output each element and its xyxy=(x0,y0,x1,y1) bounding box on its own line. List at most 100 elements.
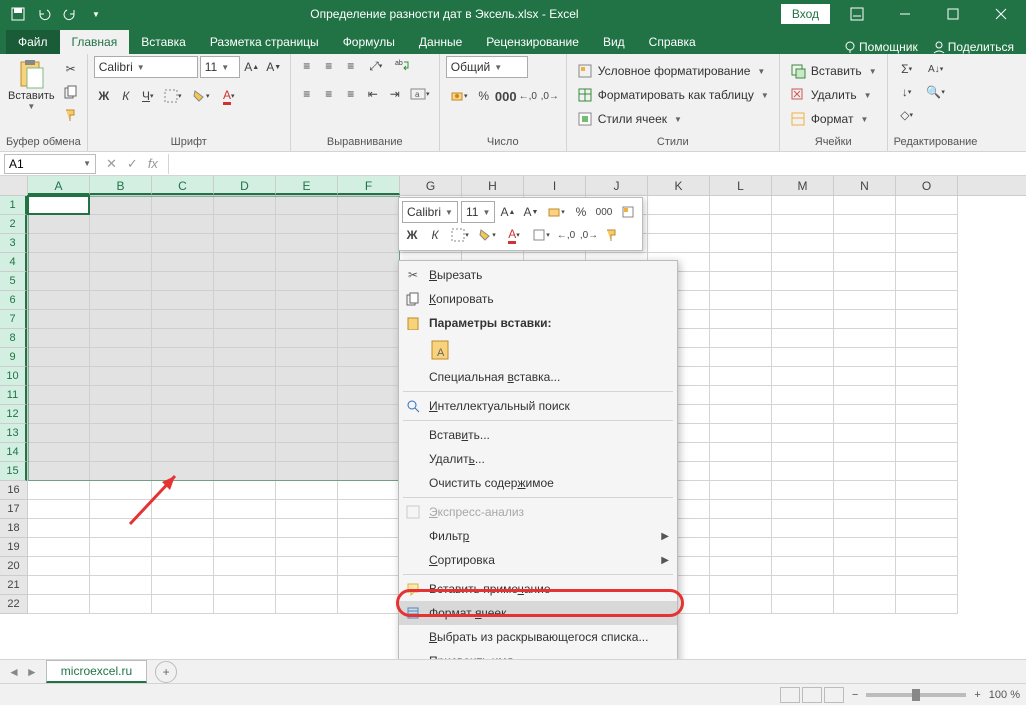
row-header[interactable]: 20 xyxy=(0,557,27,576)
align-right-button[interactable]: ≡ xyxy=(341,84,361,104)
autosum-button[interactable]: Σ▾ xyxy=(894,59,920,79)
row-header[interactable]: 19 xyxy=(0,538,27,557)
ribbon-display-button[interactable] xyxy=(836,0,878,28)
borders-button[interactable]: ▾ xyxy=(160,86,186,106)
row-header[interactable]: 6 xyxy=(0,291,27,310)
formula-input[interactable] xyxy=(168,154,1026,174)
col-header[interactable]: I xyxy=(524,176,586,195)
increase-indent-button[interactable]: ⇥ xyxy=(385,84,405,104)
mini-fill-color[interactable]: ▾ xyxy=(475,225,499,245)
col-header[interactable]: F xyxy=(338,176,400,195)
col-header[interactable]: G xyxy=(400,176,462,195)
menu-filter[interactable]: Фильтр▶ xyxy=(399,524,677,548)
mini-merge[interactable]: ▾ xyxy=(529,225,553,245)
percent-button[interactable]: % xyxy=(474,86,494,106)
row-header[interactable]: 22 xyxy=(0,595,27,614)
delete-cells-button[interactable]: Удалить▼ xyxy=(786,84,876,106)
sort-filter-button[interactable]: A↓▾ xyxy=(923,59,949,79)
tab-view[interactable]: Вид xyxy=(591,30,637,54)
col-header[interactable]: O xyxy=(896,176,958,195)
col-header[interactable]: L xyxy=(710,176,772,195)
col-header[interactable]: C xyxy=(152,176,214,195)
row-header[interactable]: 15 xyxy=(0,462,27,481)
undo-button[interactable] xyxy=(32,2,56,26)
menu-cut[interactable]: ✂Вырезать xyxy=(399,263,677,287)
bold-button[interactable]: Ж xyxy=(94,86,114,106)
font-color-button[interactable]: A▾ xyxy=(216,86,242,106)
sheet-tab[interactable]: microexcel.ru xyxy=(46,660,147,683)
find-select-button[interactable]: 🔍▾ xyxy=(923,82,949,102)
view-normal-button[interactable] xyxy=(780,687,800,703)
share-button[interactable]: Поделиться xyxy=(932,40,1014,54)
cut-button[interactable]: ✂ xyxy=(61,59,81,79)
fx-icon[interactable]: fx xyxy=(148,156,158,171)
tab-page-layout[interactable]: Разметка страницы xyxy=(198,30,331,54)
copy-button[interactable] xyxy=(61,82,81,102)
mini-percent[interactable]: % xyxy=(571,202,591,222)
fill-button[interactable]: ↓▾ xyxy=(894,82,920,102)
paste-button[interactable]: Вставить ▼ xyxy=(6,56,57,113)
underline-button[interactable]: Ч▾ xyxy=(138,86,158,106)
menu-sort[interactable]: Сортировка▶ xyxy=(399,548,677,572)
tab-data[interactable]: Данные xyxy=(407,30,474,54)
zoom-in-button[interactable]: + xyxy=(974,689,980,701)
mini-size-combo[interactable]: 11▼ xyxy=(461,201,495,223)
new-sheet-button[interactable]: + xyxy=(155,661,177,683)
select-all-corner[interactable] xyxy=(0,176,28,195)
insert-cells-button[interactable]: Вставить▼ xyxy=(786,60,881,82)
decrease-decimal-button[interactable]: ,0→ xyxy=(540,86,560,106)
fill-color-button[interactable]: ▾ xyxy=(188,86,214,106)
row-header[interactable]: 17 xyxy=(0,500,27,519)
tab-help[interactable]: Справка xyxy=(637,30,708,54)
merge-button[interactable]: a▾ xyxy=(407,84,433,104)
conditional-formatting-button[interactable]: Условное форматирование▼ xyxy=(573,60,770,82)
comma-button[interactable]: 000 xyxy=(496,86,516,106)
col-header[interactable]: D xyxy=(214,176,276,195)
row-header[interactable]: 8 xyxy=(0,329,27,348)
row-header[interactable]: 7 xyxy=(0,310,27,329)
tab-formulas[interactable]: Формулы xyxy=(331,30,407,54)
format-painter-button[interactable] xyxy=(61,105,81,125)
cancel-icon[interactable]: ✕ xyxy=(106,156,117,172)
tab-review[interactable]: Рецензирование xyxy=(474,30,591,54)
row-header[interactable]: 9 xyxy=(0,348,27,367)
minimize-button[interactable] xyxy=(884,0,926,28)
orientation-button[interactable]: ⤢▾ xyxy=(363,56,389,76)
decrease-indent-button[interactable]: ⇤ xyxy=(363,84,383,104)
save-button[interactable] xyxy=(6,2,30,26)
mini-format-painter[interactable] xyxy=(602,225,622,245)
login-button[interactable]: Вход xyxy=(781,4,830,24)
col-header[interactable]: M xyxy=(772,176,834,195)
increase-decimal-button[interactable]: ←,0 xyxy=(518,86,538,106)
maximize-button[interactable] xyxy=(932,0,974,28)
shrink-font-button[interactable]: A▼ xyxy=(264,57,284,77)
mini-font-combo[interactable]: Calibri▼ xyxy=(402,201,458,223)
menu-insert-comment[interactable]: Вставить примечание xyxy=(399,577,677,601)
format-as-table-button[interactable]: Форматировать как таблицу▼ xyxy=(573,84,773,106)
col-header[interactable]: B xyxy=(90,176,152,195)
cell-styles-button[interactable]: Стили ячеек▼ xyxy=(573,108,686,130)
redo-button[interactable] xyxy=(58,2,82,26)
menu-clear[interactable]: Очистить содержимое xyxy=(399,471,677,495)
row-header[interactable]: 21 xyxy=(0,576,27,595)
menu-pick-from-list[interactable]: Выбрать из раскрывающегося списка... xyxy=(399,625,677,649)
menu-smart-lookup[interactable]: Интеллектуальный поиск xyxy=(399,394,677,418)
mini-borders[interactable]: ▾ xyxy=(448,225,472,245)
col-header[interactable]: K xyxy=(648,176,710,195)
col-header[interactable]: J xyxy=(586,176,648,195)
tellme-box[interactable]: Помощник xyxy=(843,40,918,54)
row-header[interactable]: 16 xyxy=(0,481,27,500)
zoom-level[interactable]: 100 % xyxy=(989,689,1020,701)
format-cells-button[interactable]: Формат▼ xyxy=(786,108,873,130)
currency-button[interactable]: ▾ xyxy=(446,86,472,106)
row-header[interactable]: 5 xyxy=(0,272,27,291)
tab-file[interactable]: Файл xyxy=(6,30,60,54)
col-header[interactable]: N xyxy=(834,176,896,195)
row-header[interactable]: 12 xyxy=(0,405,27,424)
qat-customize-button[interactable]: ▼ xyxy=(84,2,108,26)
enter-icon[interactable]: ✓ xyxy=(127,156,138,172)
zoom-out-button[interactable]: − xyxy=(852,689,858,701)
row-header[interactable]: 13 xyxy=(0,424,27,443)
mini-dec-decimal[interactable]: ←,0 xyxy=(556,225,576,245)
align-center-button[interactable]: ≡ xyxy=(319,84,339,104)
